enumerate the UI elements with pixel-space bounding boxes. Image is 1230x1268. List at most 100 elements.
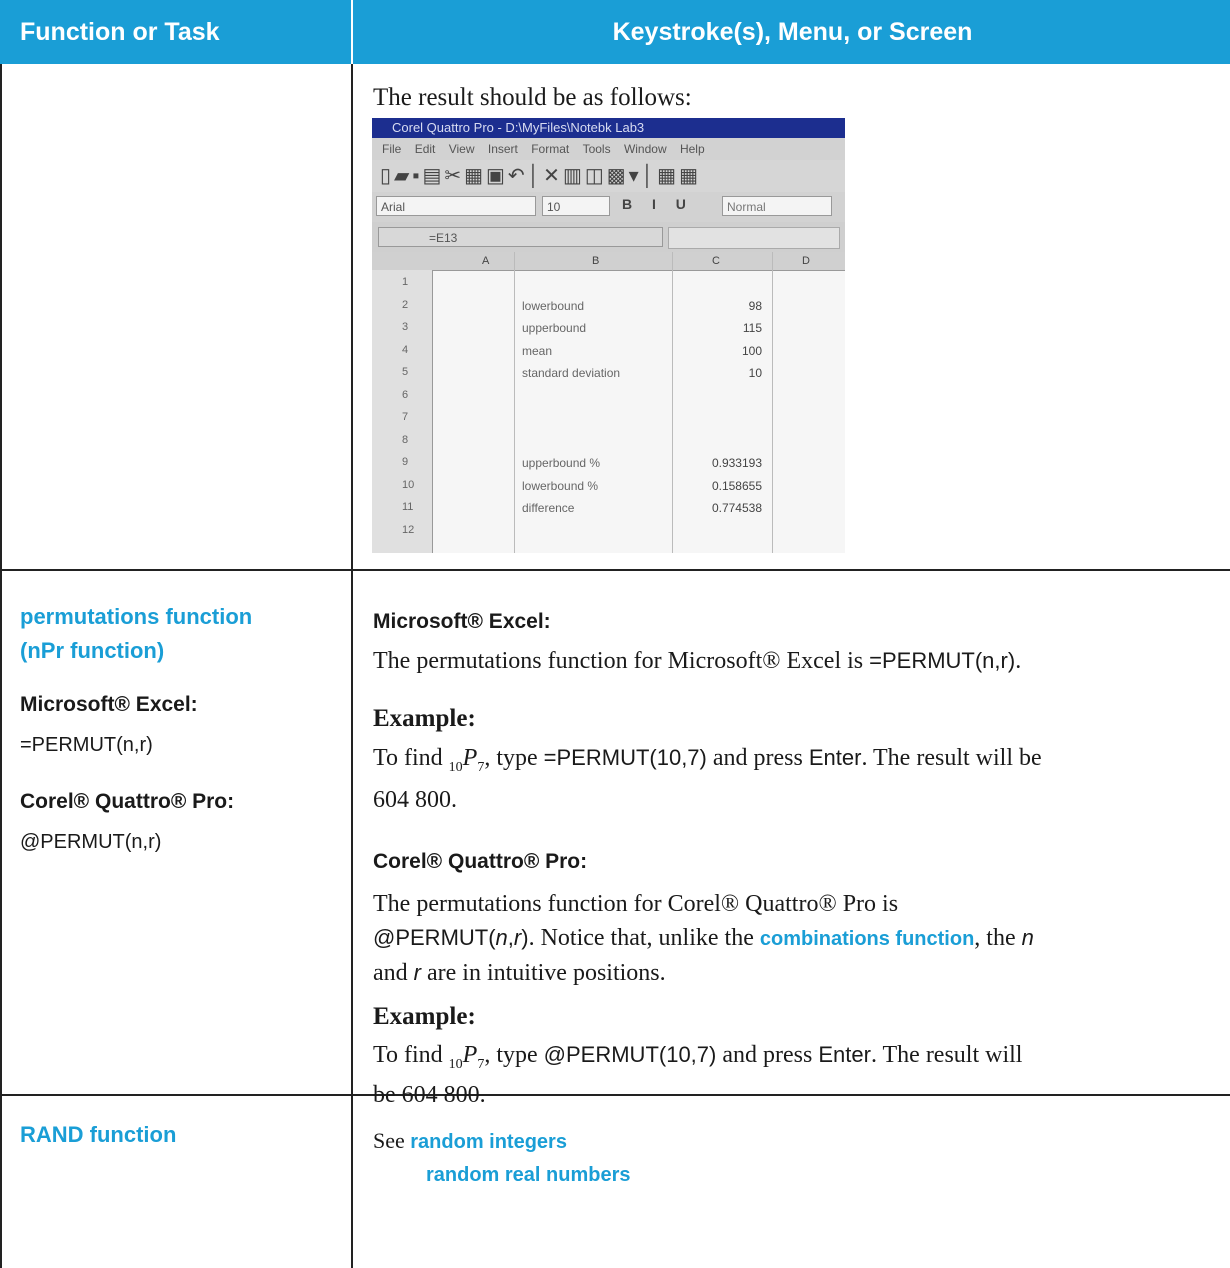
text: and press bbox=[706, 745, 809, 771]
formula-bar: =E13 bbox=[372, 222, 845, 252]
cell-value: 100 bbox=[741, 343, 762, 358]
corel-heading: Corel® Quattro® Pro: bbox=[373, 850, 588, 873]
example2-heading: Example: bbox=[373, 1003, 476, 1030]
menu-item: Help bbox=[679, 142, 705, 156]
example2-line1: To find 10P7, type @PERMUT(10,7) and pre… bbox=[373, 1040, 1213, 1080]
text: The permutations function for Microsoft®… bbox=[373, 648, 870, 674]
grid-line bbox=[772, 252, 773, 553]
column-header: C bbox=[712, 255, 720, 267]
style-select: Normal bbox=[722, 196, 832, 216]
code: @PERMUT(10,7) bbox=[543, 1042, 717, 1067]
cell-label: difference bbox=[522, 501, 575, 515]
permutations-title-line2: (nPr function) bbox=[20, 638, 165, 663]
table-header: Function or Task Keystroke(s), Menu, or … bbox=[0, 0, 1230, 64]
text: To find bbox=[373, 1042, 449, 1068]
row-number: 1 bbox=[402, 276, 409, 288]
column-header: A bbox=[482, 255, 490, 267]
example1-text: To find 10P7, type =PERMUT(10,7) and pre… bbox=[373, 742, 1213, 816]
text: . Notice that, unlike the bbox=[528, 925, 760, 951]
text: . bbox=[1015, 648, 1022, 674]
excel-description: The permutations function for Microsoft®… bbox=[373, 648, 1021, 675]
row-number: 7 bbox=[402, 411, 409, 423]
cell-reference: =E13 bbox=[378, 227, 663, 247]
text: and press bbox=[716, 1042, 819, 1068]
permutations-title-line1: permutations function bbox=[20, 604, 253, 629]
row-number: 3 bbox=[402, 321, 409, 333]
row-number: 5 bbox=[402, 366, 409, 378]
row-number: 9 bbox=[402, 456, 409, 468]
random-real-numbers-link[interactable]: random real numbers bbox=[426, 1164, 631, 1186]
menu-item: View bbox=[448, 142, 475, 156]
format-buttons: B I U bbox=[622, 196, 694, 212]
result-intro-text: The result should be as follows: bbox=[373, 84, 692, 111]
cell-label: lowerbound % bbox=[522, 478, 599, 493]
text: . The result will be bbox=[861, 745, 1042, 771]
code: @PERMUT( bbox=[373, 925, 496, 950]
cell-label: upperbound bbox=[522, 321, 587, 335]
cell-label: standard deviation bbox=[522, 366, 621, 380]
cell-value: 0.158655 bbox=[711, 478, 762, 493]
row-number: 12 bbox=[402, 523, 415, 536]
menu-item: Tools bbox=[582, 142, 611, 156]
text: and bbox=[373, 960, 414, 986]
sheet-grid: A B C D 1 2 lowerbound 98 3 upperbound 115 4 mea… bbox=[372, 252, 845, 553]
example2-line2: be 604 800. bbox=[373, 1081, 486, 1108]
text: . The result will bbox=[870, 1042, 1023, 1068]
cell-value: 115 bbox=[742, 321, 762, 335]
see-line1: See random integers bbox=[373, 1125, 631, 1158]
cell-label: upperbound % bbox=[522, 456, 601, 470]
excel-formula: =PERMUT(n,r) bbox=[20, 734, 153, 756]
font-select: Arial bbox=[376, 196, 536, 216]
example1-heading: Example: bbox=[373, 705, 476, 732]
size-select: 10 bbox=[542, 196, 610, 216]
combinations-function-link[interactable]: combinations function bbox=[760, 928, 974, 950]
permutations-title: permutations function (nPr function) bbox=[20, 600, 252, 668]
code: =PERMUT(n,r) bbox=[869, 648, 1016, 673]
text: , the bbox=[974, 925, 1022, 951]
menu-item: Insert bbox=[487, 142, 518, 156]
key-name: Enter bbox=[808, 745, 862, 770]
row-number: 11 bbox=[402, 501, 414, 513]
corel-label: Corel® Quattro® Pro: bbox=[20, 790, 235, 813]
row-divider-1 bbox=[0, 569, 1230, 571]
text: , type bbox=[484, 1042, 544, 1068]
text: To find bbox=[373, 745, 449, 771]
example2-text: To find 10P7, type @PERMUT(10,7) and pre… bbox=[373, 1040, 1213, 1110]
key-name: Enter bbox=[818, 1042, 871, 1067]
row-number: 8 bbox=[402, 433, 409, 446]
excel-label: Microsoft® Excel: bbox=[20, 693, 198, 716]
math-p: P bbox=[462, 1042, 478, 1068]
spreadsheet-screenshot: Corel Quattro Pro - D:\MyFiles\Notebk La… bbox=[372, 118, 845, 553]
grid-line bbox=[514, 252, 515, 553]
random-integers-link[interactable]: random integers bbox=[410, 1131, 567, 1153]
example1-line2: 604 800. bbox=[373, 786, 457, 813]
math-p: P bbox=[462, 745, 478, 771]
text: See bbox=[373, 1128, 411, 1153]
corel-line3: and r are in intuitive positions. bbox=[373, 956, 1213, 990]
subscript: 10 bbox=[448, 1056, 463, 1072]
code-n: n bbox=[1021, 925, 1034, 950]
text: are in intuitive positions. bbox=[420, 960, 666, 986]
corel-line1: The permutations function for Corel® Qua… bbox=[373, 891, 899, 917]
menu-bar: File Edit View Insert Format Tools Windo… bbox=[372, 138, 845, 160]
header-divider bbox=[351, 0, 353, 64]
menu-item: Format bbox=[531, 142, 570, 156]
window-title: Corel Quattro Pro - D:\MyFiles\Notebk La… bbox=[372, 118, 845, 138]
code: =PERMUT(10,7) bbox=[543, 745, 707, 770]
rand-function-title: RAND function bbox=[20, 1122, 177, 1147]
column-headers: A B C D bbox=[372, 252, 845, 271]
corel-line2: @PERMUT(n,r). Notice that, unlike the co… bbox=[373, 921, 1213, 956]
toolbar-icons: ▯▰▪▤✂▦▣↶│✕▥◫▩▾│▦▦ bbox=[372, 160, 845, 192]
cell-label: lowerbound bbox=[522, 298, 585, 313]
format-bar: Arial 10 B I U Normal bbox=[372, 192, 845, 222]
code-n: n bbox=[495, 925, 508, 950]
see-line2: random real numbers bbox=[373, 1158, 631, 1191]
menu-item: Window bbox=[623, 142, 667, 156]
cell-label: mean bbox=[522, 343, 553, 358]
row-number: 2 bbox=[402, 298, 409, 311]
rand-see-also: See random integers random real numbers bbox=[373, 1125, 631, 1191]
cell-value: 98 bbox=[748, 298, 762, 313]
code-r: r bbox=[413, 960, 421, 985]
subscript: 10 bbox=[448, 759, 463, 775]
row-number: 10 bbox=[402, 478, 415, 491]
